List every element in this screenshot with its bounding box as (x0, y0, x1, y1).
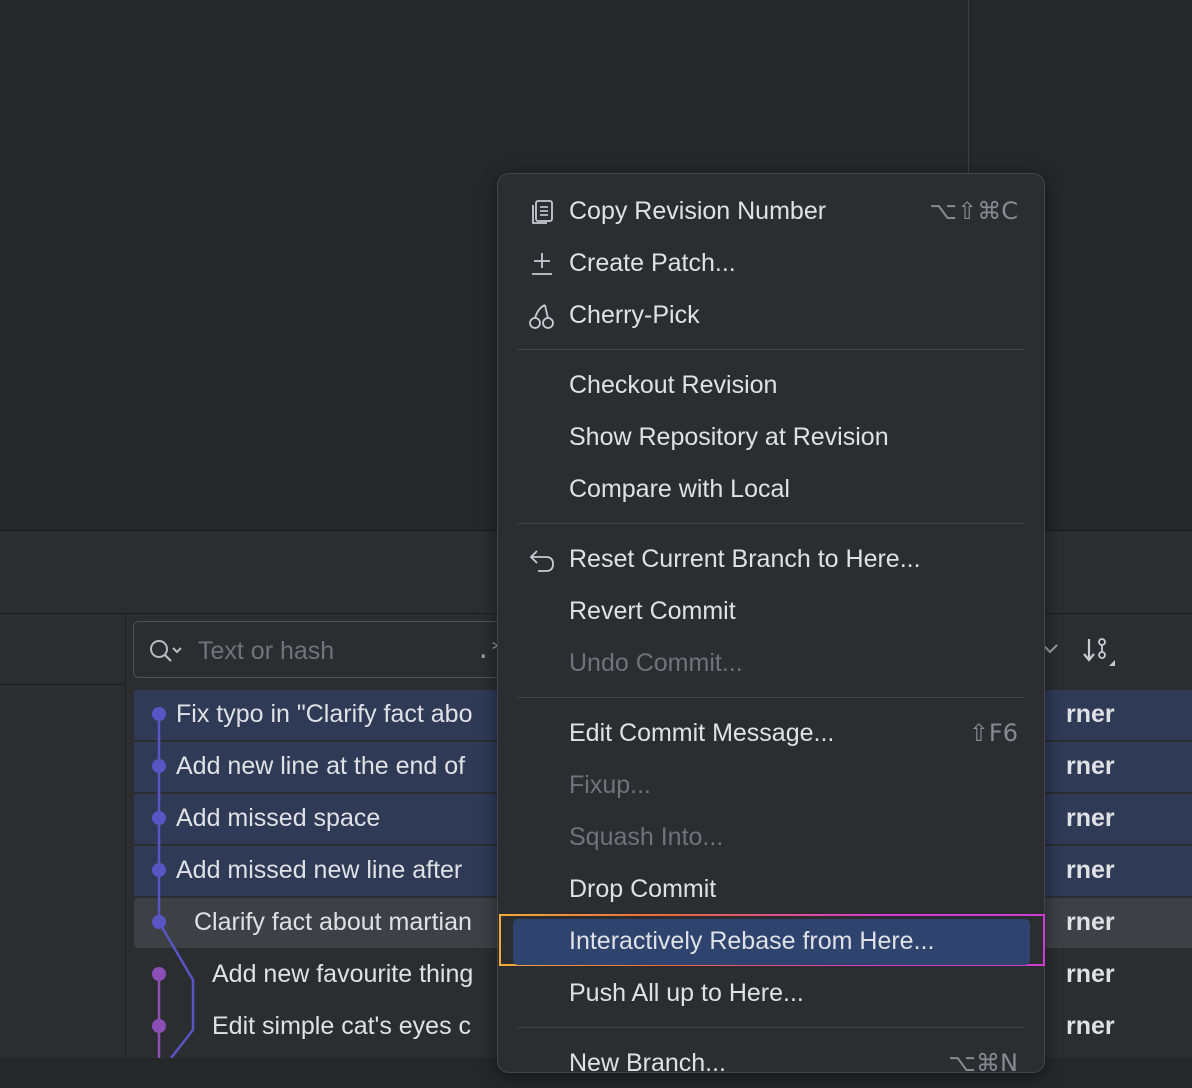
menu-label: Compare with Local (569, 475, 790, 503)
menu-separator (518, 523, 1024, 524)
menu-label: Reset Current Branch to Here... (569, 545, 921, 573)
menu-label: Fixup... (569, 771, 651, 799)
menu-item-copy-revision[interactable]: Copy Revision Number ⌥⇧⌘C (512, 186, 1030, 236)
menu-item-push-all[interactable]: Push All up to Here... (512, 968, 1030, 1018)
panel-separator (0, 684, 125, 685)
menu-label: Squash Into... (569, 823, 724, 851)
commit-author: rner (1066, 804, 1115, 832)
menu-label: Revert Commit (569, 597, 736, 625)
commit-graph (152, 707, 195, 1058)
commit-author: rner (1066, 752, 1115, 780)
menu-separator (518, 349, 1024, 350)
search-icon[interactable] (148, 638, 186, 669)
patch-icon (528, 250, 556, 278)
menu-item-cherry-pick[interactable]: Cherry-Pick (512, 290, 1030, 340)
menu-item-drop-commit[interactable]: Drop Commit (512, 864, 1030, 914)
shortcut: ⌥⌘N (948, 1049, 1018, 1077)
copy-icon (528, 198, 556, 226)
menu-label: New Branch... (569, 1049, 727, 1077)
menu-label: Checkout Revision (569, 371, 778, 399)
menu-item-squash-into: Squash Into... (512, 812, 1030, 862)
menu-label: Cherry-Pick (569, 301, 700, 329)
menu-item-compare-local[interactable]: Compare with Local (512, 464, 1030, 514)
commit-message: Clarify fact about martian (194, 908, 472, 936)
menu-separator (518, 1027, 1024, 1028)
menu-label: Edit Commit Message... (569, 719, 835, 747)
commit-message: Edit simple cat's eyes c (212, 1012, 472, 1040)
commit-author: rner (1066, 856, 1115, 884)
menu-item-create-patch[interactable]: Create Patch... (512, 238, 1030, 288)
menu-item-show-repository[interactable]: Show Repository at Revision (512, 412, 1030, 462)
menu-item-revert-commit[interactable]: Revert Commit (512, 586, 1030, 636)
menu-item-new-branch[interactable]: New Branch... ⌥⌘N (512, 1038, 1030, 1088)
vertical-splitter[interactable] (968, 0, 969, 180)
menu-separator (518, 697, 1024, 698)
menu-item-fixup: Fixup... (512, 760, 1030, 810)
menu-label: Push All up to Here... (569, 979, 804, 1007)
menu-item-undo-commit: Undo Commit... (512, 638, 1030, 688)
menu-label: Undo Commit... (569, 649, 743, 677)
commit-author: rner (1066, 1012, 1115, 1040)
menu-label: Drop Commit (569, 875, 717, 903)
sort-icon[interactable] (1082, 636, 1118, 675)
menu-item-reset-branch[interactable]: Reset Current Branch to Here... (512, 534, 1030, 584)
menu-label: Create Patch... (569, 249, 736, 277)
commit-message: Add new favourite thing (212, 960, 474, 988)
cherry-icon (528, 302, 556, 330)
search-input[interactable] (196, 634, 470, 668)
commit-author: rner (1066, 908, 1115, 936)
commit-author: rner (1066, 960, 1115, 988)
shortcut: ⇧F6 (968, 719, 1018, 747)
menu-item-edit-message[interactable]: Edit Commit Message... ⇧F6 (512, 708, 1030, 758)
menu-label: Copy Revision Number (569, 197, 827, 225)
shortcut: ⌥⇧⌘C (929, 197, 1018, 225)
menu-item-interactive-rebase[interactable]: Interactively Rebase from Here... (512, 916, 1030, 966)
menu-item-checkout-revision[interactable]: Checkout Revision (512, 360, 1030, 410)
menu-label: Show Repository at Revision (569, 423, 889, 451)
commit-search-box[interactable]: .* (133, 621, 513, 678)
undo-arrow-icon (528, 546, 556, 574)
commit-author: rner (1066, 700, 1115, 728)
commit-context-menu: Copy Revision Number ⌥⇧⌘C Create Patch..… (497, 173, 1045, 1077)
menu-label: Interactively Rebase from Here... (569, 927, 935, 955)
branches-panel (0, 614, 126, 1058)
